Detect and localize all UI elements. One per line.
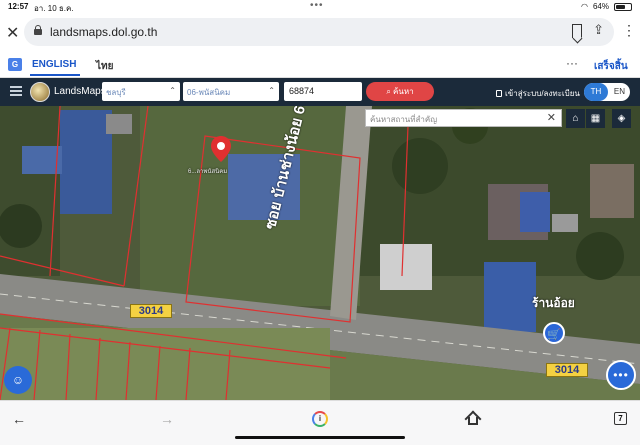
- map-view[interactable]: ค้นหาสถานที่สำคัญ ✕ ⌂ ▦ ◈ 6...ลาพนัสนิคม…: [0, 106, 640, 400]
- url-text[interactable]: landsmaps.dol.go.th: [50, 25, 157, 39]
- close-icon[interactable]: ✕: [6, 23, 19, 43]
- district-select[interactable]: 06-พนัสนิคม ⌃: [183, 82, 279, 101]
- place-search-input[interactable]: ค้นหาสถานที่สำคัญ ✕: [365, 109, 562, 127]
- back-arrow-icon[interactable]: ←: [12, 411, 26, 427]
- translate-icon: G: [8, 58, 22, 71]
- layers-icon[interactable]: ◈: [612, 109, 631, 128]
- forward-arrow-icon[interactable]: →: [160, 411, 174, 427]
- assistant-icon[interactable]: i: [312, 411, 328, 427]
- app-header: LandsMaps ชลบุรี ⌃ 06-พนัสนิคม ⌃ 68874 ⌕…: [0, 78, 640, 106]
- search-button-label: ค้นหา: [393, 87, 414, 96]
- district-value: 06-พนัสนิคม: [187, 88, 231, 97]
- battery-icon: [614, 2, 632, 11]
- parcel-number-input[interactable]: 68874: [284, 82, 362, 101]
- road-sign: 3014: [130, 304, 172, 318]
- translate-bar: G ENGLISH ไทย ··· เสร็จสิ้น: [0, 52, 640, 78]
- menu-icon[interactable]: [10, 86, 22, 96]
- province-value: ชลบุรี: [106, 88, 126, 97]
- login-label: เข้าสู่ระบบ/ลงทะเบียน: [505, 89, 580, 98]
- lang-th-option[interactable]: TH: [584, 83, 608, 101]
- login-link[interactable]: เข้าสู่ระบบ/ลงทะเบียน: [496, 87, 580, 100]
- bookmark-icon[interactable]: [572, 24, 582, 38]
- status-right: ◠ 64%: [581, 2, 632, 11]
- language-toggle[interactable]: TH EN: [584, 83, 630, 101]
- more-options-icon[interactable]: •••: [606, 360, 636, 390]
- browser-url-bar: ✕ landsmaps.dol.go.th ⇪ ⋮: [0, 14, 640, 52]
- translate-done-button[interactable]: เสร็จสิ้น: [594, 59, 628, 74]
- lock-icon: [34, 25, 42, 35]
- app-title: LandsMaps: [54, 86, 106, 97]
- road-sign: 3014: [546, 363, 588, 377]
- accessibility-icon[interactable]: ☺: [4, 366, 32, 394]
- chevron-down-icon: ⌃: [268, 86, 275, 95]
- home-icon[interactable]: [464, 410, 482, 428]
- active-tab-underline: [30, 74, 80, 76]
- battery-percent: 64%: [592, 2, 609, 11]
- tabs-count-button[interactable]: 7: [614, 412, 627, 425]
- place-search-placeholder: ค้นหาสถานที่สำคัญ: [370, 115, 438, 124]
- home-icon[interactable]: ⌂: [566, 109, 585, 128]
- wifi-icon: ◠: [581, 2, 588, 11]
- battery-level: [616, 4, 625, 9]
- province-select[interactable]: ชลบุรี ⌃: [102, 82, 180, 101]
- chevron-down-icon: ⌃: [169, 86, 176, 95]
- grid-icon[interactable]: ▦: [586, 109, 605, 128]
- clear-icon[interactable]: ✕: [547, 111, 556, 124]
- location-pin-icon[interactable]: [211, 136, 231, 162]
- multitask-dots-icon[interactable]: •••: [310, 0, 324, 11]
- address-field[interactable]: landsmaps.dol.go.th ⇪: [24, 18, 614, 46]
- home-indicator: [235, 436, 405, 439]
- more-icon[interactable]: ⋮: [622, 22, 636, 39]
- translate-more-icon[interactable]: ···: [566, 56, 578, 70]
- status-time: 12:57: [8, 2, 29, 11]
- parcel-label: 6...ลาพนัสนิคม: [188, 169, 228, 175]
- translate-english-tab[interactable]: ENGLISH: [32, 59, 76, 70]
- app-logo: [30, 82, 50, 102]
- lang-en-option[interactable]: EN: [614, 83, 625, 101]
- satellite-imagery: [0, 106, 640, 400]
- shop-label: ร้านอ้อย: [532, 296, 575, 310]
- translate-thai-tab[interactable]: ไทย: [96, 59, 113, 74]
- search-button[interactable]: ⌕ ค้นหา: [366, 82, 434, 101]
- lock-icon: [496, 90, 502, 97]
- shop-cart-icon[interactable]: 🛒: [543, 322, 565, 344]
- status-bar: 12:57 อา. 10 ธ.ค. ••• ◠ 64%: [0, 0, 640, 14]
- share-icon[interactable]: ⇪: [593, 22, 604, 38]
